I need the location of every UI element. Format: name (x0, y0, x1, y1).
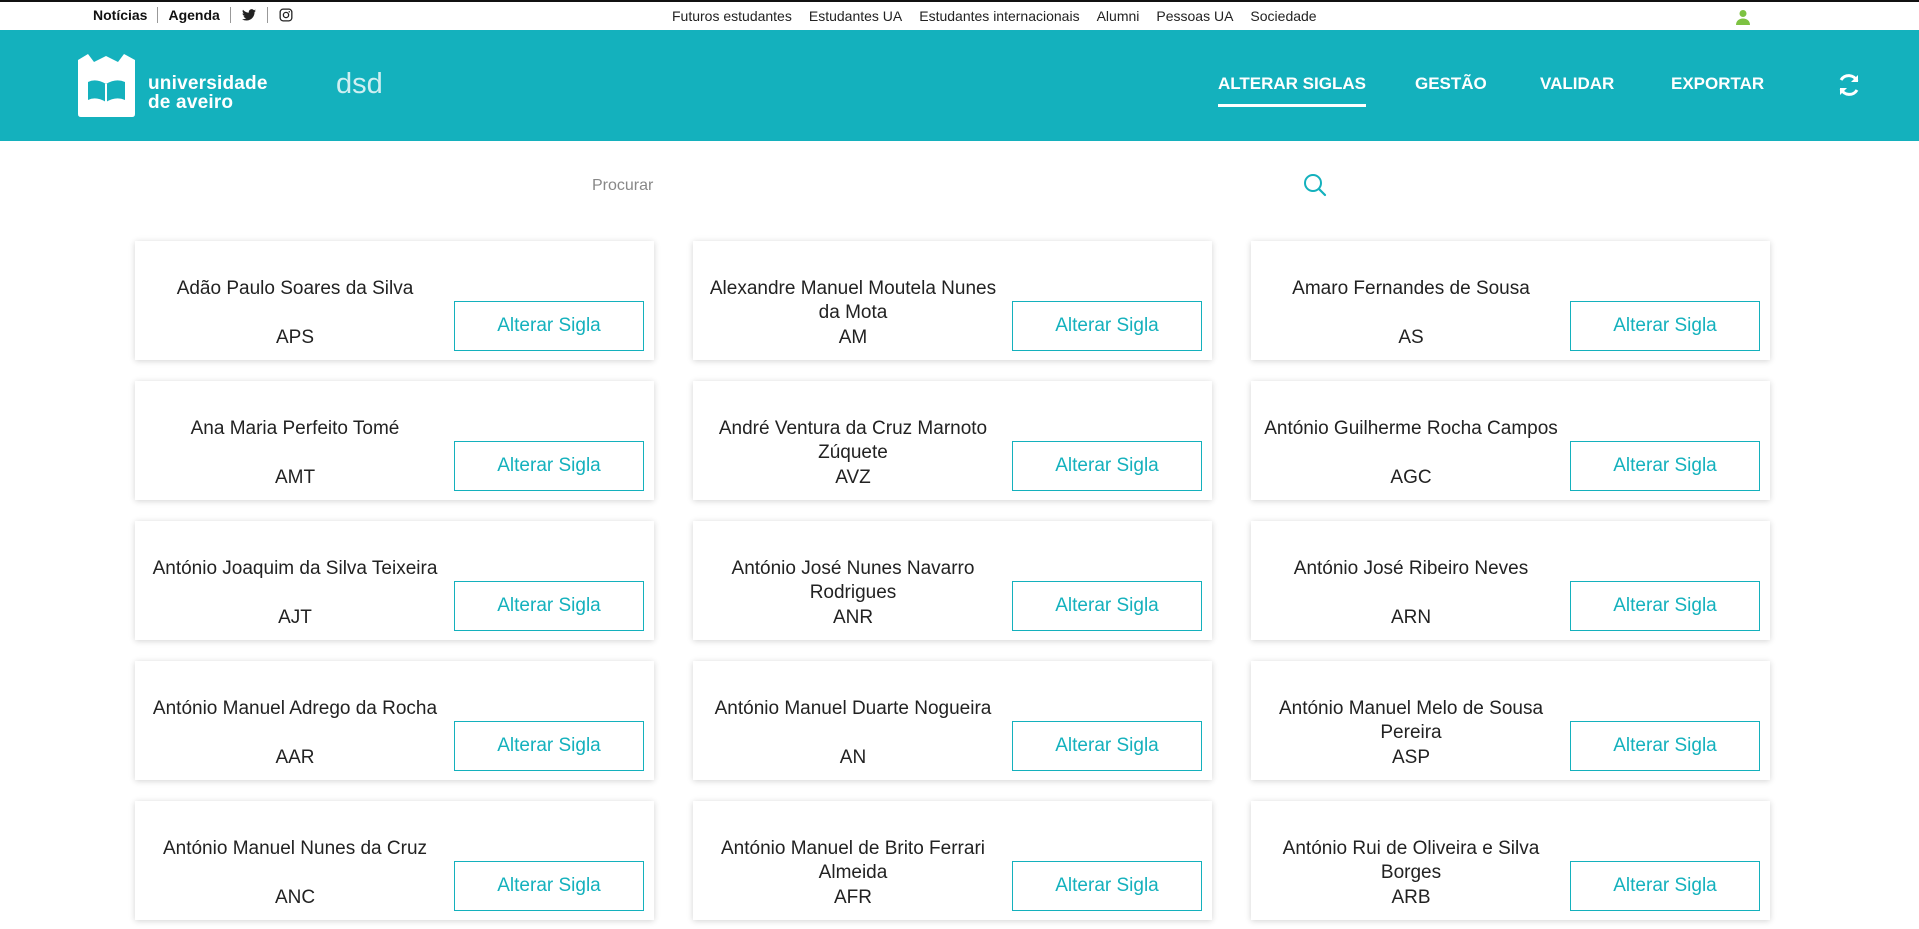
docente-card: António José Ribeiro Neves ARN Alterar S… (1251, 521, 1770, 640)
docente-sigla: AVZ (835, 467, 871, 488)
user-icon[interactable] (1735, 9, 1751, 25)
docente-sigla: ASP (1391, 747, 1431, 768)
docente-name: António Manuel Melo de Sousa Pereira (1278, 698, 1544, 743)
search-input[interactable] (592, 170, 1272, 202)
alterar-sigla-button[interactable]: Alterar Sigla (1570, 301, 1760, 351)
docente-card: André Ventura da Cruz Marnoto Zúquete AV… (693, 381, 1212, 500)
docente-card: António Manuel de Brito Ferrari Almeida … (693, 801, 1212, 920)
alterar-sigla-button[interactable]: Alterar Sigla (1012, 721, 1202, 771)
alterar-sigla-button[interactable]: Alterar Sigla (454, 581, 644, 631)
brand-line-1: universidade (148, 73, 268, 94)
docente-card: Adão Paulo Soares da Silva APS Alterar S… (135, 241, 654, 360)
docente-sigla: AM (838, 327, 868, 348)
docente-name: António Manuel de Brito Ferrari Almeida (720, 838, 985, 883)
search-bar (592, 170, 1332, 202)
docente-sigla: AS (1398, 327, 1424, 348)
nav-alterar-siglas[interactable]: ALTERAR SIGLAS (1218, 74, 1366, 107)
docente-sigla: AMT (274, 467, 316, 488)
search-icon[interactable] (1302, 172, 1328, 198)
pessoas-ua-link[interactable]: Pessoas UA (1156, 8, 1233, 24)
docente-name: António Guilherme Rocha Campos (1264, 418, 1558, 439)
docente-name: Amaro Fernandes de Sousa (1292, 278, 1530, 299)
docente-sigla: APS (275, 327, 315, 348)
docente-name: Adão Paulo Soares da Silva (176, 278, 414, 299)
divider (266, 7, 268, 23)
docente-card: António Manuel Adrego da Rocha AAR Alter… (135, 661, 654, 780)
nav-gestao[interactable]: GESTÃO (1415, 74, 1487, 94)
docente-sigla: ANR (832, 607, 874, 628)
docente-sigla: ARN (1390, 607, 1432, 628)
sociedade-link[interactable]: Sociedade (1250, 8, 1316, 24)
docente-sigla: AAR (275, 747, 315, 768)
docente-card: Ana Maria Perfeito Tomé AMT Alterar Sigl… (135, 381, 654, 500)
top-left-links: Notícias Agenda (93, 7, 294, 23)
alterar-sigla-button[interactable]: Alterar Sigla (1012, 301, 1202, 351)
alterar-sigla-button[interactable]: Alterar Sigla (1570, 441, 1760, 491)
docente-sigla: AGC (1390, 467, 1432, 488)
alterar-sigla-button[interactable]: Alterar Sigla (1570, 861, 1760, 911)
docente-sigla: ARB (1391, 887, 1431, 908)
docente-name: António Rui de Oliveira e Silva Borges (1282, 838, 1540, 883)
instagram-icon[interactable] (278, 7, 294, 23)
docente-sigla: AJT (278, 607, 312, 628)
divider (157, 7, 159, 23)
top-utility-bar: Notícias Agenda Futuros estudantes Estud… (0, 0, 1919, 30)
alterar-sigla-button[interactable]: Alterar Sigla (454, 441, 644, 491)
refresh-icon[interactable] (1836, 72, 1862, 98)
ua-logo-icon[interactable] (74, 52, 139, 119)
alterar-sigla-button[interactable]: Alterar Sigla (1570, 721, 1760, 771)
top-center-links: Futuros estudantes Estudantes UA Estudan… (672, 8, 1317, 24)
docente-card: António José Nunes Navarro Rodrigues ANR… (693, 521, 1212, 640)
docente-card: Alexandre Manuel Moutela Nunes da Mota A… (693, 241, 1212, 360)
app-name: dsd (336, 68, 383, 100)
docente-name: Ana Maria Perfeito Tomé (190, 418, 400, 439)
alterar-sigla-button[interactable]: Alterar Sigla (1012, 581, 1202, 631)
brand-text: universidade de aveiro (148, 74, 268, 112)
docente-name: António José Nunes Navarro Rodrigues (731, 558, 975, 603)
alterar-sigla-button[interactable]: Alterar Sigla (1012, 441, 1202, 491)
nav-validar[interactable]: VALIDAR (1540, 74, 1614, 94)
docente-sigla: AFR (834, 887, 872, 908)
alterar-sigla-button[interactable]: Alterar Sigla (1570, 581, 1760, 631)
docente-name: António Joaquim da Silva Teixeira (152, 558, 438, 579)
main-header: universidade de aveiro dsd ALTERAR SIGLA… (0, 30, 1919, 141)
docente-name: António Manuel Duarte Nogueira (714, 698, 992, 719)
alterar-sigla-button[interactable]: Alterar Sigla (454, 721, 644, 771)
agenda-link[interactable]: Agenda (168, 7, 219, 23)
docente-sigla: ANC (274, 887, 316, 908)
noticias-link[interactable]: Notícias (93, 7, 147, 23)
nav-exportar[interactable]: EXPORTAR (1671, 74, 1764, 94)
docente-card: António Rui de Oliveira e Silva Borges A… (1251, 801, 1770, 920)
docente-card: António Joaquim da Silva Teixeira AJT Al… (135, 521, 654, 640)
alumni-link[interactable]: Alumni (1097, 8, 1140, 24)
alterar-sigla-button[interactable]: Alterar Sigla (454, 301, 644, 351)
twitter-icon[interactable] (241, 7, 257, 23)
docente-name: António Manuel Adrego da Rocha (152, 698, 438, 719)
futuros-estudantes-link[interactable]: Futuros estudantes (672, 8, 792, 24)
docente-card: António Manuel Melo de Sousa Pereira ASP… (1251, 661, 1770, 780)
docente-card: António Manuel Nunes da Cruz ANC Alterar… (135, 801, 654, 920)
docente-name: António Manuel Nunes da Cruz (162, 838, 428, 859)
brand-line-2: de aveiro (148, 92, 234, 113)
divider (229, 7, 231, 23)
alterar-sigla-button[interactable]: Alterar Sigla (454, 861, 644, 911)
docente-card: António Guilherme Rocha Campos AGC Alter… (1251, 381, 1770, 500)
docente-name: António José Ribeiro Neves (1293, 558, 1529, 579)
docente-card: António Manuel Duarte Nogueira AN Altera… (693, 661, 1212, 780)
alterar-sigla-button[interactable]: Alterar Sigla (1012, 861, 1202, 911)
docente-card: Amaro Fernandes de Sousa AS Alterar Sigl… (1251, 241, 1770, 360)
estudantes-ua-link[interactable]: Estudantes UA (809, 8, 902, 24)
estudantes-internacionais-link[interactable]: Estudantes internacionais (919, 8, 1079, 24)
docente-name: Alexandre Manuel Moutela Nunes da Mota (709, 278, 997, 323)
docentes-grid: Adão Paulo Soares da Silva APS Alterar S… (135, 241, 1770, 920)
docente-sigla: AN (839, 747, 867, 768)
docente-name: André Ventura da Cruz Marnoto Zúquete (718, 418, 988, 463)
